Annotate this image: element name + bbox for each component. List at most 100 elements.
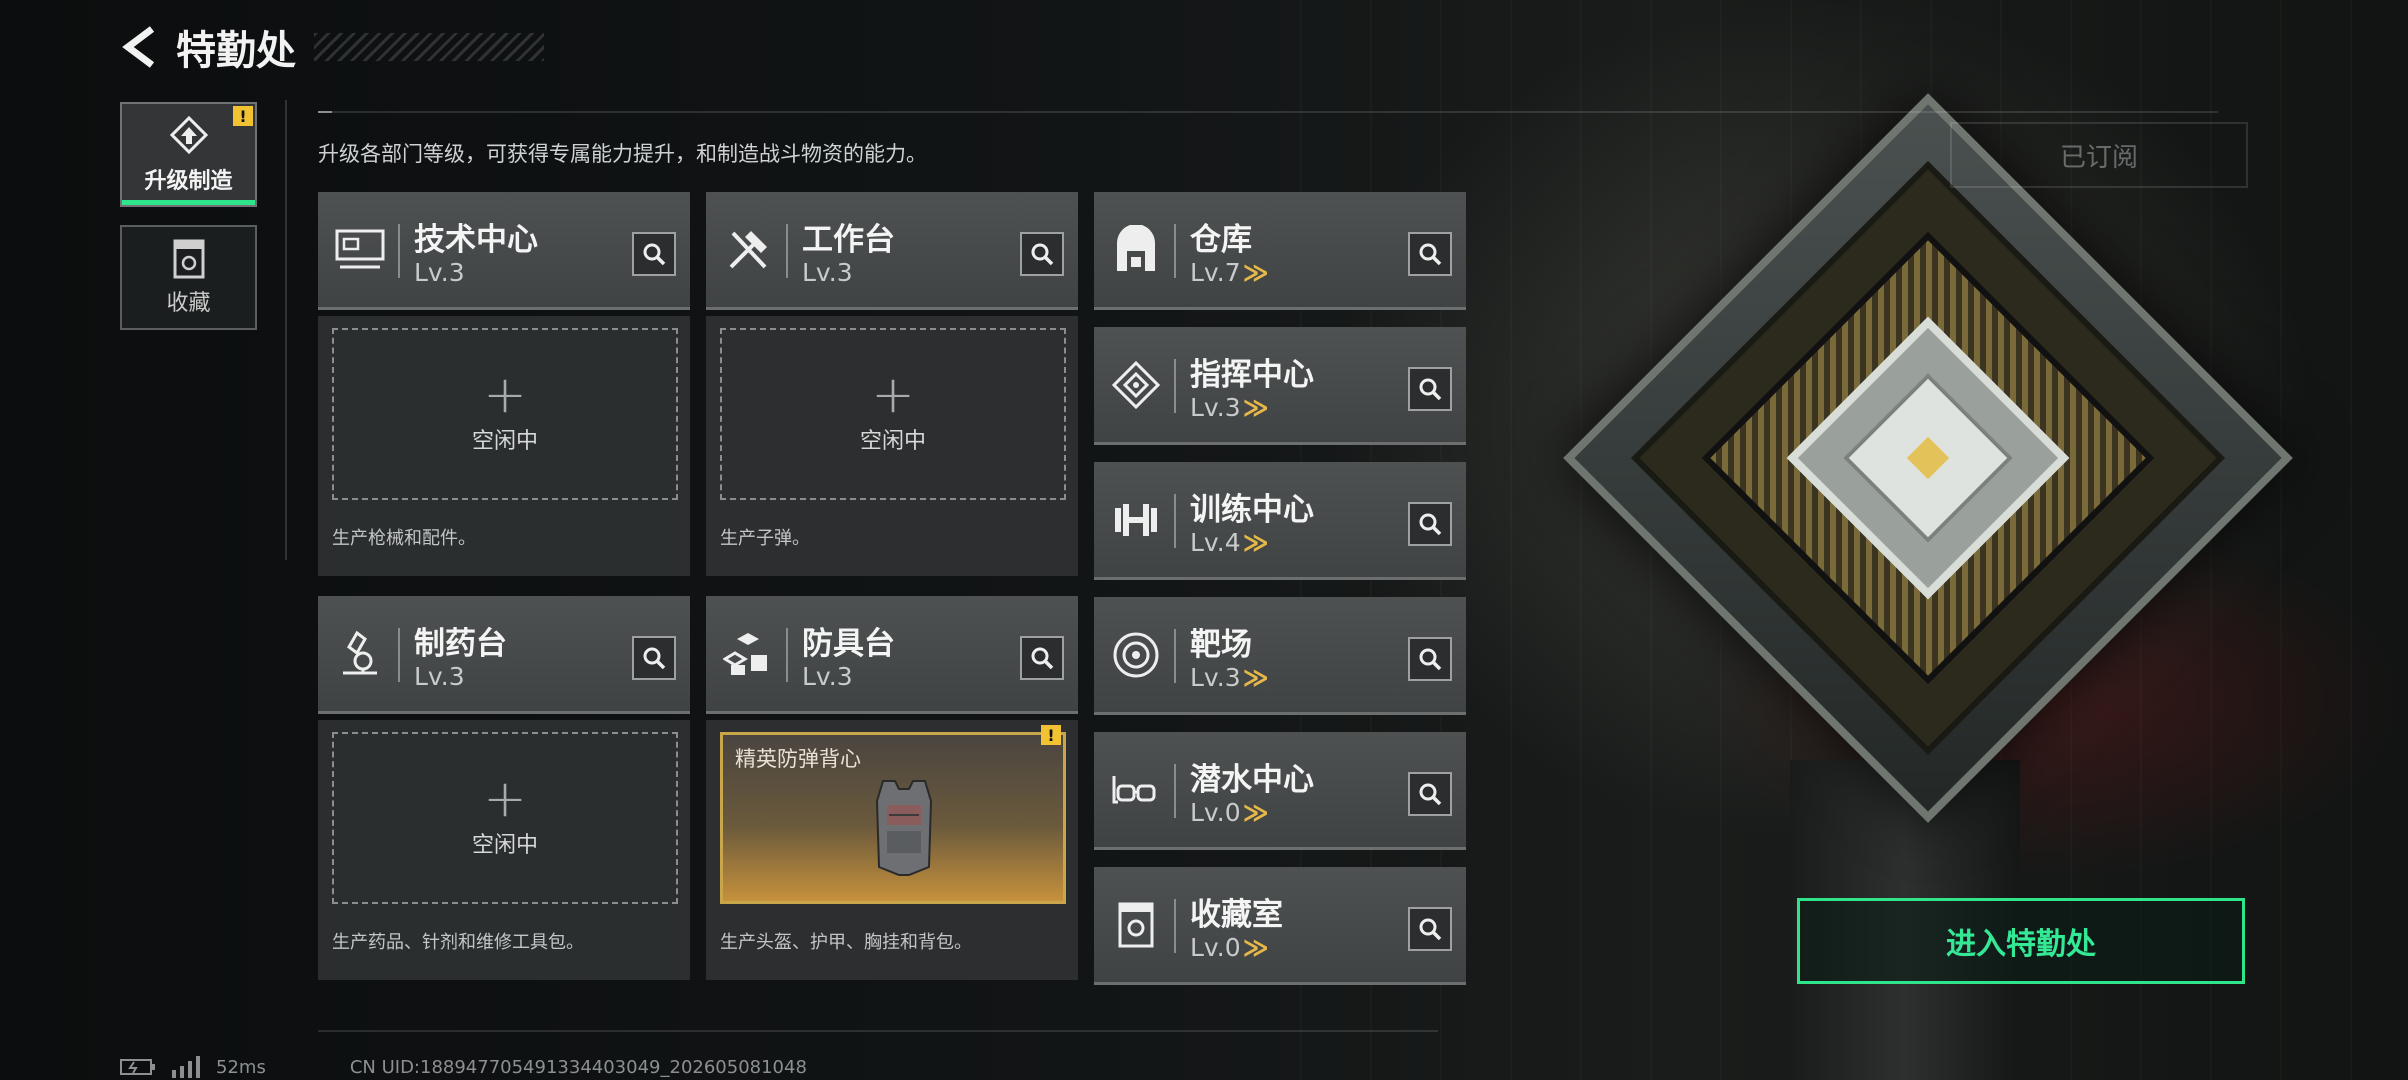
dumbbell-icon: [1108, 492, 1164, 548]
facility-header-workbench[interactable]: 工作台 Lv.3: [706, 192, 1078, 310]
inspect-button[interactable]: [1020, 232, 1064, 276]
cubes-icon: [720, 626, 776, 682]
enter-special-ops-button[interactable]: 进入特勤处: [1797, 898, 2245, 984]
production-panel-workbench: + 空闲中 生产子弹。: [706, 316, 1078, 576]
facility-header-diving-center[interactable]: 潜水中心 Lv.0≫: [1094, 732, 1466, 850]
display-case-icon: [1108, 897, 1164, 953]
facility-note: 生产子弹。: [720, 528, 810, 549]
tools-icon: [720, 222, 776, 278]
facility-header-armor-bench[interactable]: 防具台 Lv.3: [706, 596, 1078, 714]
facility-name: 技术中心: [414, 222, 538, 258]
facility-header-tech-center[interactable]: 技术中心 Lv.3: [318, 192, 690, 310]
facility-name: 指挥中心: [1190, 357, 1314, 393]
search-icon: [1419, 243, 1442, 266]
facility-level: Lv.3: [414, 662, 465, 691]
slot-status: 空闲中: [859, 429, 926, 454]
active-indicator: [122, 200, 255, 205]
production-slot[interactable]: + 空闲中: [332, 732, 678, 904]
computer-icon: [332, 222, 388, 278]
inspect-button[interactable]: [1408, 772, 1452, 816]
inspect-button[interactable]: [632, 636, 676, 680]
upgrade-available-icon: ≫: [1242, 663, 1269, 692]
facility-level: Lv.3: [802, 258, 853, 287]
upgrade-available-icon: ≫: [1242, 933, 1269, 962]
upgrade-available-icon: ≫: [1242, 258, 1269, 287]
facility-header-shooting-range[interactable]: 靶场 Lv.3≫: [1094, 597, 1466, 715]
facility-name: 潜水中心: [1190, 762, 1314, 798]
separator: [1174, 764, 1176, 818]
facility-name: 收藏室: [1190, 897, 1283, 933]
facility-name: 制药台: [414, 626, 507, 662]
search-icon: [1031, 647, 1054, 670]
sidebar-item-upgrade-manufacture[interactable]: 升级制造 !: [120, 102, 257, 207]
item-name: 精英防弹背心: [735, 747, 861, 771]
search-icon: [1419, 918, 1442, 941]
sidebar-item-label: 收藏: [166, 290, 211, 316]
warehouse-icon: [1108, 222, 1164, 278]
facility-level: Lv.3: [414, 258, 465, 287]
back-arrow-icon: [122, 26, 155, 68]
command-icon: [1108, 357, 1164, 413]
facility-header-command-center[interactable]: 指挥中心 Lv.3≫: [1094, 327, 1466, 445]
upgrade-available-icon: ≫: [1242, 528, 1269, 557]
alert-badge: !: [233, 106, 253, 126]
microscope-icon: [332, 626, 388, 682]
production-panel-tech-center: + 空闲中 生产枪械和配件。: [318, 316, 690, 576]
inspect-button[interactable]: [1408, 637, 1452, 681]
inspect-button[interactable]: [1408, 907, 1452, 951]
top-bar: 特勤处: [120, 22, 544, 74]
signal-icon: [172, 1056, 200, 1078]
target-icon: [1108, 627, 1164, 683]
search-icon: [643, 647, 666, 670]
facility-header-collection-room[interactable]: 收藏室 Lv.0≫: [1094, 867, 1466, 985]
upgrade-available-icon: ≫: [1242, 393, 1269, 422]
inspect-button[interactable]: [1408, 367, 1452, 411]
facility-header-training-center[interactable]: 训练中心 Lv.4≫: [1094, 462, 1466, 580]
production-slot[interactable]: + 空闲中: [332, 328, 678, 500]
slot-status: 空闲中: [471, 833, 538, 858]
alert-badge: !: [1041, 725, 1061, 745]
separator: [1174, 224, 1176, 278]
search-icon: [643, 243, 666, 266]
upgrade-icon: [169, 115, 208, 154]
facility-note: 生产药品、针剂和维修工具包。: [332, 932, 584, 953]
separator: [398, 628, 400, 682]
inspect-button[interactable]: [1408, 502, 1452, 546]
facility-note: 生产头盔、护甲、胸挂和背包。: [720, 932, 972, 953]
facility-level: Lv.3≫: [1190, 663, 1269, 692]
search-icon: [1419, 378, 1442, 401]
battery-icon: [120, 1059, 155, 1075]
add-icon: +: [871, 365, 915, 425]
back-button[interactable]: [120, 25, 164, 69]
subscribed-label: 已订阅: [1950, 122, 2248, 188]
production-slot[interactable]: + 空闲中: [720, 328, 1066, 500]
separator: [1174, 629, 1176, 683]
sidebar-item-label: 升级制造: [144, 168, 233, 194]
inspect-button[interactable]: [1020, 636, 1064, 680]
facility-header-pharmacy[interactable]: 制药台 Lv.3: [318, 596, 690, 714]
production-panel-armor-bench: 精英防弹背心 ! 生产头盔、护甲、胸挂和背包。: [706, 720, 1078, 980]
add-icon: +: [483, 769, 527, 829]
add-icon: +: [483, 365, 527, 425]
separator: [786, 628, 788, 682]
inspect-button[interactable]: [632, 232, 676, 276]
status-bar: 52ms CN UID:18894770549133440304​9_20260…: [120, 1056, 807, 1078]
upgrade-available-icon: ≫: [1242, 798, 1269, 827]
sidebar-item-collection[interactable]: 收藏: [120, 225, 257, 330]
facility-header-warehouse[interactable]: 仓库 Lv.7≫: [1094, 192, 1466, 310]
search-icon: [1419, 513, 1442, 536]
divider: [285, 100, 287, 560]
facility-level: Lv.3: [802, 662, 853, 691]
separator: [398, 224, 400, 278]
separator: [1174, 494, 1176, 548]
facility-level: Lv.3≫: [1190, 393, 1269, 422]
facility-name: 训练中心: [1190, 492, 1314, 528]
headquarters-cube-model: [1560, 90, 2293, 823]
facility-name: 防具台: [802, 626, 895, 662]
inspect-button[interactable]: [1408, 232, 1452, 276]
slot-status: 空闲中: [471, 429, 538, 454]
separator: [1174, 359, 1176, 413]
facility-name: 靶场: [1190, 627, 1252, 663]
production-item[interactable]: 精英防弹背心 !: [720, 725, 1066, 904]
ping-readout: 52ms: [216, 1056, 266, 1078]
